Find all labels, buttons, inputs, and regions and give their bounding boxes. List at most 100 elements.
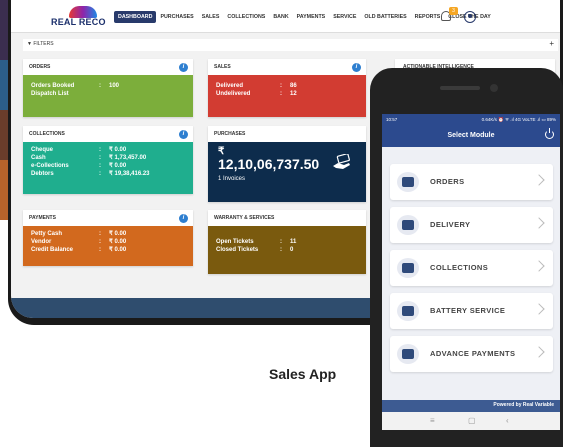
chevron-right-icon [533, 260, 545, 272]
orders-booked-label: Orders Booked [31, 83, 75, 89]
sales-panel[interactable]: SALES i Delivered:86 Undelivered:12 [208, 59, 366, 117]
purchases-title: PURCHASES [214, 131, 246, 137]
collections-panel[interactable]: COLLECTIONS i Cheque: ₹ 0.00 Cash: ₹ 1,73,4… [23, 126, 193, 194]
collections-body: Cheque: ₹ 0.00 Cash: ₹ 1,73,457.00 e-Colle… [23, 142, 193, 194]
warranty-body: Open Tickets:11 Closed Tickets:0 [208, 226, 366, 274]
vendor-label: Vendor [31, 239, 52, 245]
module-collections[interactable]: COLLECTIONS [390, 250, 553, 286]
open-tickets-label: Open Tickets [216, 239, 254, 245]
truck-icon [397, 215, 419, 235]
orders-body: Orders Booked:100 Dispatch List [23, 75, 193, 117]
e-collections-value: ₹ 0.00 [109, 163, 127, 169]
purchases-panel[interactable]: PURCHASES ₹ 12,10,06,737.50 1 Invoices [208, 126, 366, 202]
delivered-value: 86 [290, 83, 297, 89]
debtors-value: ₹ 19,38,416.23 [109, 171, 150, 177]
module-label: COLLECTIONS [430, 263, 489, 272]
module-advance-payments[interactable]: ADVANCE PAYMENTS [390, 336, 553, 372]
debtors-label: Debtors [31, 171, 54, 177]
nav-dashboard[interactable]: DASHBOARD [114, 11, 157, 23]
nav-service[interactable]: SERVICE [329, 11, 360, 23]
hand-money-icon [333, 154, 350, 169]
sales-title: SALES [214, 64, 231, 70]
phone-screen: 10:57 0.64K/s ⏰ ᯤ .ıl 4G VoLTE .ıl ▭ 89%… [382, 114, 560, 412]
module-label: DELIVERY [430, 220, 471, 229]
delivered-label: Delivered [216, 83, 244, 89]
vendor-value: ₹ 0.00 [109, 239, 127, 245]
info-icon[interactable]: i [179, 130, 188, 139]
purchases-amount: 12,10,06,737.50 [218, 156, 320, 172]
cheque-label: Cheque [31, 147, 54, 153]
cash-value: ₹ 1,73,457.00 [109, 155, 147, 161]
phone-speaker [440, 86, 480, 90]
undelivered-label: Undelivered [216, 91, 251, 97]
purchases-body: ₹ 12,10,06,737.50 1 Invoices [208, 142, 366, 202]
closed-tickets-value: 0 [290, 247, 294, 253]
nav-payments[interactable]: PAYMENTS [293, 11, 330, 23]
warranty-panel[interactable]: WARRANTY & SERVICES Open Tickets:11 Clos… [208, 210, 366, 274]
closed-tickets-label: Closed Tickets [216, 247, 259, 253]
logo-text: REAL RECO [51, 17, 106, 27]
info-icon[interactable]: i [352, 63, 361, 72]
status-time: 10:57 [386, 117, 398, 122]
menu-nav-icon[interactable]: ≡ [430, 416, 435, 425]
filter-bar[interactable]: ▼ FILTERS + [23, 39, 558, 51]
open-tickets-value: 11 [290, 239, 297, 245]
purchases-invoices: 1 Invoices [218, 176, 246, 182]
android-nav-bar: ≡ ▢ ‹ [382, 412, 560, 430]
warranty-title: WARRANTY & SERVICES [214, 215, 275, 221]
info-icon[interactable]: i [179, 214, 188, 223]
payments-panel[interactable]: PAYMENTS i Petty Cash: ₹ 0.00 Vendor: ₹ 0.0… [23, 210, 193, 266]
nav-sales[interactable]: SALES [198, 11, 224, 23]
chevron-right-icon [533, 303, 545, 315]
info-icon[interactable]: i [179, 63, 188, 72]
phone-header: Select Module [382, 125, 560, 147]
payments-body: Petty Cash: ₹ 0.00 Vendor: ₹ 0.00 Credit B… [23, 226, 193, 266]
dispatch-list-link[interactable]: Dispatch List [31, 90, 99, 98]
main-nav: DASHBOARD PURCHASES SALES COLLECTIONS BA… [114, 11, 495, 23]
orders-booked-value: 100 [109, 83, 120, 89]
powered-by-text: Powered by Real Variable [493, 402, 554, 408]
phone-bezel-bottom [370, 430, 563, 447]
select-module-title: Select Module [447, 132, 495, 139]
orders-title: ORDERS [29, 64, 51, 70]
phone-frame: 10:57 0.64K/s ⏰ ᯤ .ıl 4G VoLTE .ıl ▭ 89%… [370, 68, 563, 447]
module-orders[interactable]: ORDERS [390, 164, 553, 200]
cash-label: Cash [31, 155, 46, 161]
e-collections-label: e-Collections [31, 163, 69, 169]
nav-purchases[interactable]: PURCHASES [156, 11, 197, 23]
module-label: BATTERY SERVICE [430, 306, 506, 315]
module-label: ADVANCE PAYMENTS [430, 349, 516, 358]
money-bag-icon [397, 258, 419, 278]
user-profile-icon[interactable] [464, 11, 476, 23]
chevron-right-icon [533, 346, 545, 358]
power-icon[interactable] [545, 128, 554, 139]
module-delivery[interactable]: DELIVERY [390, 207, 553, 243]
undelivered-value: 12 [290, 91, 297, 97]
phone-camera [490, 84, 498, 92]
status-indicators: 0.64K/s ⏰ ᯤ .ıl 4G VoLTE .ıl ▭ 89% [481, 117, 556, 122]
clipboard-icon [397, 172, 419, 192]
nav-collections[interactable]: COLLECTIONS [223, 11, 269, 23]
filter-icon: ▼ [27, 41, 32, 47]
nav-bank[interactable]: BANK [269, 11, 292, 23]
orders-panel[interactable]: ORDERS i Orders Booked:100 Dispatch List [23, 59, 193, 117]
brand-logo[interactable]: REAL RECO [51, 6, 113, 30]
collections-title: COLLECTIONS [29, 131, 65, 137]
cheque-value: ₹ 0.00 [109, 147, 127, 153]
filters-label: FILTERS [33, 41, 54, 47]
nav-reports[interactable]: REPORTS [411, 11, 445, 23]
handshake-money-icon [397, 344, 419, 364]
chevron-right-icon [533, 217, 545, 229]
module-battery-service[interactable]: BATTERY SERVICE [390, 293, 553, 329]
chevron-right-icon [533, 174, 545, 186]
battery-icon [397, 301, 419, 321]
expand-filters-icon[interactable]: + [549, 39, 554, 48]
payments-title: PAYMENTS [29, 215, 56, 221]
credit-balance-label: Credit Balance [31, 247, 74, 253]
back-nav-icon[interactable]: ‹ [506, 416, 509, 425]
petty-cash-label: Petty Cash [31, 231, 63, 237]
top-navbar: REAL RECO DASHBOARD PURCHASES SALES COLL… [11, 0, 560, 33]
home-nav-icon[interactable]: ▢ [468, 416, 476, 425]
petty-cash-value: ₹ 0.00 [109, 231, 127, 237]
nav-old-batteries[interactable]: OLD BATTERIES [360, 11, 410, 23]
